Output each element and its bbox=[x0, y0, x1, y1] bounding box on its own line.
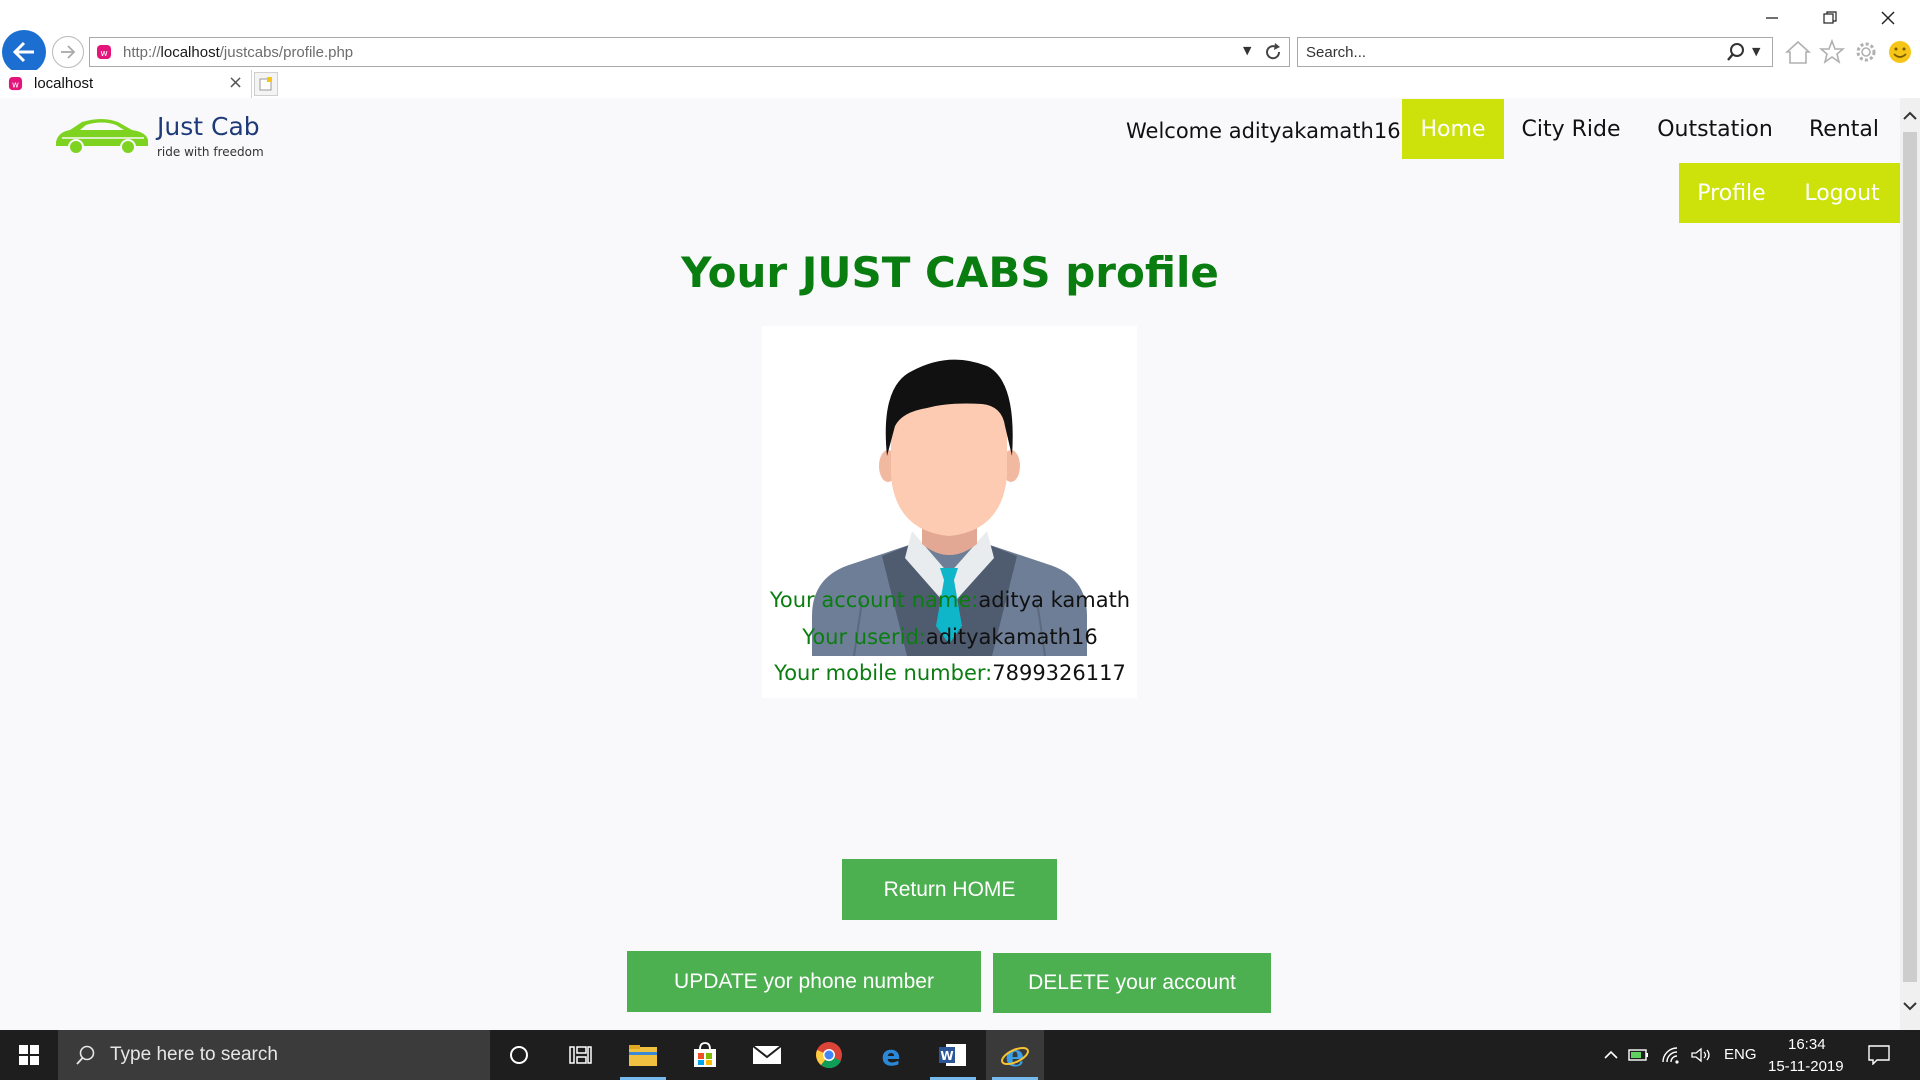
cortana-icon[interactable] bbox=[490, 1030, 548, 1080]
url-path: /justcabs/profile.php bbox=[219, 44, 354, 61]
nav-outstation[interactable]: Outstation bbox=[1646, 99, 1784, 159]
nav-logout[interactable]: Logout bbox=[1784, 163, 1900, 223]
browser-chrome: w http://localhost/justcabs/profile.php … bbox=[0, 0, 1920, 98]
windows-taskbar: Type here to search e W e ENG 16:34 15-1… bbox=[0, 1030, 1920, 1080]
taskbar-search-placeholder: Type here to search bbox=[110, 1044, 278, 1065]
feedback-smiley-icon[interactable] bbox=[1886, 38, 1914, 66]
favorites-star-icon[interactable] bbox=[1818, 38, 1846, 66]
nav-city-ride[interactable]: City Ride bbox=[1512, 99, 1630, 159]
edge-icon[interactable]: e bbox=[862, 1030, 920, 1080]
userid-value: adityakamath16 bbox=[925, 625, 1098, 649]
clock-time[interactable]: 16:34 bbox=[1788, 1036, 1826, 1053]
svg-text:e: e bbox=[1005, 1040, 1024, 1070]
userid-row: Your userid:adityakamath16 bbox=[0, 625, 1900, 649]
address-bar[interactable]: w http://localhost/justcabs/profile.php … bbox=[89, 37, 1290, 67]
browser-tab[interactable]: w localhost × bbox=[0, 70, 252, 98]
tray-expand-icon[interactable] bbox=[1600, 1044, 1622, 1066]
search-icon[interactable] bbox=[1726, 42, 1746, 62]
windows-logo-icon bbox=[19, 1045, 39, 1065]
nav-rental[interactable]: Rental bbox=[1800, 99, 1888, 159]
forward-button[interactable] bbox=[52, 36, 84, 68]
store-icon[interactable] bbox=[676, 1030, 734, 1080]
arrow-right-icon bbox=[61, 45, 76, 59]
address-dropdown-icon[interactable]: ▼ bbox=[1243, 44, 1251, 57]
restore-icon[interactable] bbox=[1810, 4, 1850, 32]
tab-favicon-icon: w bbox=[8, 76, 23, 91]
mobile-row: Your mobile number:7899326117 bbox=[0, 661, 1900, 685]
search-icon bbox=[76, 1045, 95, 1065]
language-indicator[interactable]: ENG bbox=[1724, 1046, 1757, 1063]
search-dropdown-icon[interactable]: ▼ bbox=[1752, 45, 1760, 58]
address-url[interactable]: http://localhost/justcabs/profile.php bbox=[123, 44, 353, 61]
chrome-icon[interactable] bbox=[800, 1030, 858, 1080]
tab-close-icon[interactable]: × bbox=[228, 72, 243, 93]
svg-text:W: W bbox=[940, 1049, 953, 1063]
scroll-up-icon[interactable] bbox=[1902, 108, 1918, 124]
account-name-row: Your account name:aditya kamath bbox=[0, 588, 1900, 612]
taskbar-search[interactable]: Type here to search bbox=[58, 1030, 490, 1080]
wifi-icon[interactable] bbox=[1660, 1044, 1682, 1066]
start-button[interactable] bbox=[0, 1030, 58, 1080]
car-logo-icon bbox=[56, 119, 148, 155]
svg-text:w: w bbox=[100, 49, 107, 59]
minimize-icon[interactable] bbox=[1752, 4, 1792, 32]
logo-name: Just Cab bbox=[157, 112, 260, 141]
nav-profile[interactable]: Profile bbox=[1679, 163, 1784, 223]
account-name-value: aditya kamath bbox=[978, 588, 1131, 612]
file-explorer-icon[interactable] bbox=[614, 1030, 672, 1080]
site-favicon-icon: w bbox=[97, 45, 111, 59]
clock-date[interactable]: 15-11-2019 bbox=[1768, 1058, 1844, 1075]
nav-home[interactable]: Home bbox=[1402, 99, 1504, 159]
site-logo[interactable]: Just Cab ride with freedom bbox=[52, 108, 272, 159]
home-icon[interactable] bbox=[1784, 38, 1812, 66]
delete-account-button[interactable]: DELETE your account bbox=[993, 953, 1271, 1013]
url-host: localhost bbox=[160, 44, 220, 61]
account-name-label: Your account name: bbox=[769, 588, 979, 612]
page-scrollbar[interactable] bbox=[1900, 98, 1920, 1030]
close-window-icon[interactable] bbox=[1868, 4, 1908, 32]
new-tab-icon bbox=[259, 77, 272, 91]
scroll-down-icon[interactable] bbox=[1902, 998, 1918, 1014]
svg-text:w: w bbox=[12, 79, 19, 89]
internet-explorer-icon[interactable]: e bbox=[986, 1030, 1044, 1080]
scroll-thumb[interactable] bbox=[1903, 132, 1917, 982]
volume-icon[interactable] bbox=[1690, 1044, 1712, 1066]
svg-text:e: e bbox=[882, 1041, 901, 1069]
browser-search-placeholder: Search... bbox=[1306, 44, 1367, 61]
back-button[interactable] bbox=[2, 30, 46, 74]
mail-icon[interactable] bbox=[738, 1030, 796, 1080]
mobile-label: Your mobile number: bbox=[774, 661, 993, 685]
refresh-icon[interactable] bbox=[1262, 41, 1284, 63]
update-phone-button[interactable]: UPDATE yor phone number bbox=[627, 951, 981, 1012]
notifications-icon[interactable] bbox=[1868, 1044, 1890, 1066]
browser-search-box[interactable]: Search... ▼ bbox=[1297, 37, 1773, 67]
mobile-value: 7899326117 bbox=[992, 661, 1126, 685]
settings-gear-icon[interactable] bbox=[1852, 38, 1880, 66]
battery-icon[interactable] bbox=[1628, 1044, 1650, 1066]
arrow-left-icon bbox=[12, 41, 34, 63]
page-title: Your JUST CABS profile bbox=[681, 248, 1219, 297]
return-home-button[interactable]: Return HOME bbox=[842, 859, 1057, 920]
word-icon[interactable]: W bbox=[924, 1030, 982, 1080]
url-scheme: http:// bbox=[123, 44, 161, 61]
welcome-text: Welcome adityakamath16 . bbox=[1126, 119, 1414, 143]
logo-tagline: ride with freedom bbox=[157, 145, 264, 159]
task-view-icon[interactable] bbox=[552, 1030, 610, 1080]
userid-label: Your userid: bbox=[802, 625, 926, 649]
new-tab-button[interactable] bbox=[254, 72, 278, 96]
page-viewport: Just Cab ride with freedom Welcome adity… bbox=[0, 98, 1900, 1030]
tab-title: localhost bbox=[34, 75, 94, 92]
